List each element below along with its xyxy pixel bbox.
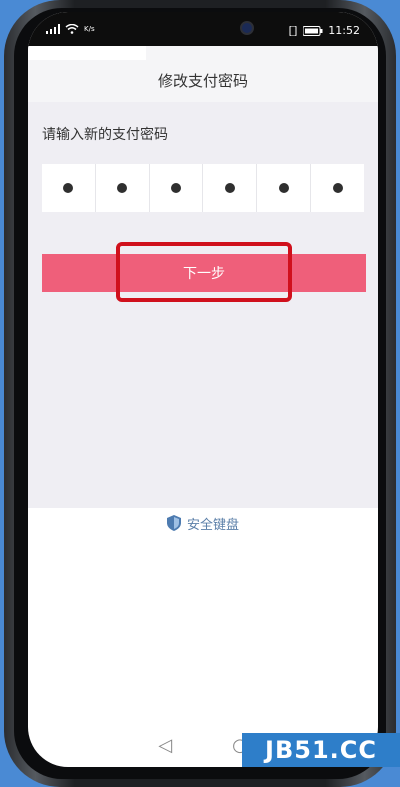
pin-cell[interactable] (203, 164, 258, 212)
wifi-icon (65, 24, 79, 34)
watermark-logo: JB51.CC (242, 733, 400, 767)
pin-cell[interactable] (150, 164, 204, 212)
header-tab (28, 46, 146, 60)
password-prompt: 请输入新的支付密码 (42, 127, 168, 143)
network-speed: K/s (84, 25, 95, 33)
front-camera (240, 21, 254, 35)
status-bar: K/s 11:52 (28, 12, 378, 46)
pin-cell[interactable] (96, 164, 150, 212)
back-icon[interactable]: ◁ (158, 735, 172, 756)
pin-cell[interactable] (311, 164, 364, 212)
page-title: 修改支付密码 (157, 72, 248, 90)
pin-input[interactable] (42, 164, 364, 212)
pin-dot (332, 183, 343, 193)
clock: 11:52 (328, 24, 360, 37)
signal-icon (46, 24, 60, 34)
pin-dot (63, 183, 74, 193)
pin-dot (171, 183, 182, 193)
pin-dot (278, 183, 289, 193)
phone-screen: K/s 11:52 修改支付密码 请输入新的支付密码 下一步 安全键盘 ◁ ○ (28, 12, 378, 767)
shield-icon (166, 515, 181, 531)
pin-cell[interactable] (257, 164, 312, 212)
status-left: K/s (46, 24, 95, 34)
pin-cell[interactable] (42, 164, 96, 212)
status-right: 11:52 (288, 24, 360, 37)
secure-keyboard-text: 安全键盘 (186, 517, 239, 533)
pin-dot (117, 183, 128, 193)
vibrate-icon (289, 25, 297, 36)
password-panel: 请输入新的支付密码 下一步 (28, 102, 378, 508)
secure-keyboard-label: 安全键盘 (28, 508, 378, 538)
battery-icon (303, 25, 323, 36)
highlight-annotation (116, 242, 292, 302)
pin-dot (224, 183, 235, 193)
